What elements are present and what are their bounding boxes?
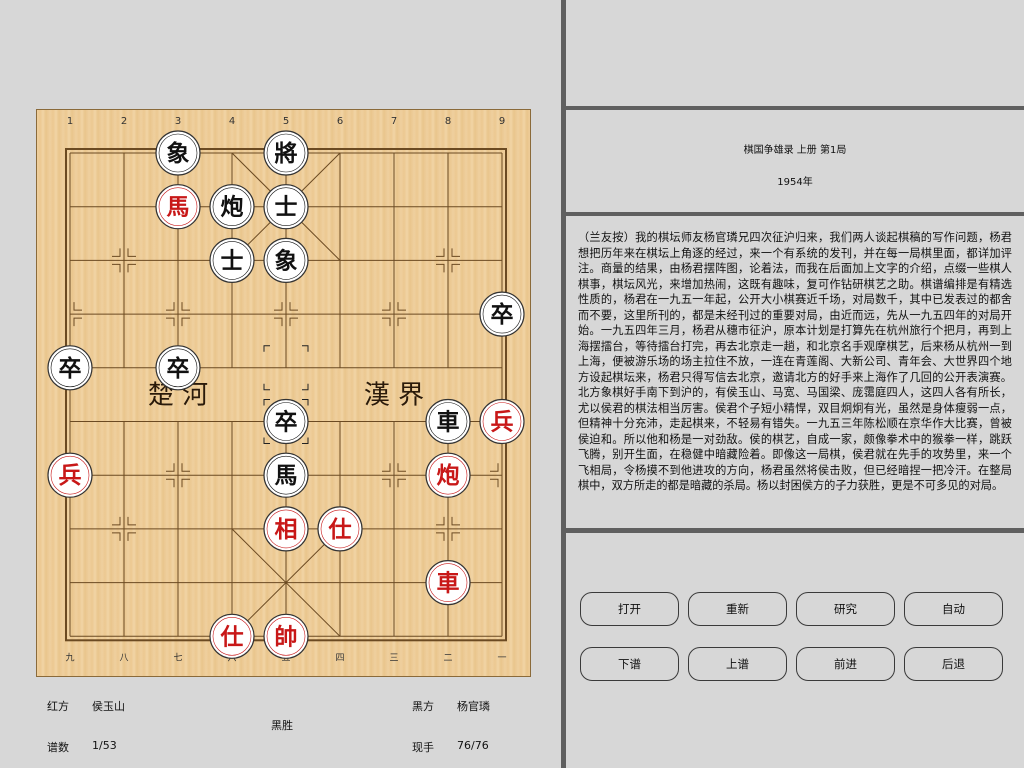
black-piece[interactable]: 卒 [155, 345, 201, 391]
red-piece[interactable]: 兵 [47, 452, 93, 498]
svg-text:士: 士 [221, 247, 244, 274]
red-piece[interactable]: 帥 [263, 613, 309, 659]
svg-text:卒: 卒 [275, 409, 298, 436]
file-number-top: 2 [121, 116, 127, 127]
black-player-name: 杨官璘 [457, 700, 490, 713]
file-number-bottom: 二 [443, 653, 452, 663]
svg-text:兵: 兵 [59, 462, 82, 489]
blank-panel [566, 0, 1024, 106]
file-number-bottom: 七 [173, 652, 182, 663]
game-year: 1954年 [777, 177, 813, 188]
board-grid[interactable]: 123456789九八七六五四三二一楚 河漢 界象將馬炮士士象卒卒卒卒車兵兵馬炮… [37, 110, 532, 678]
game-title-panel: 棋国争雄录 上册 第1局 1954年 [566, 110, 1024, 212]
svg-text:卒: 卒 [59, 355, 82, 382]
black-piece[interactable]: 卒 [47, 345, 93, 391]
svg-text:馬: 馬 [167, 194, 190, 221]
svg-text:將: 將 [275, 140, 298, 167]
svg-text:相: 相 [275, 516, 298, 543]
black-piece[interactable]: 將 [263, 130, 309, 176]
commentary-panel[interactable]: （兰友按）我的棋坛师友杨官璘兄四次征沪归来，我们两人谈起棋稿的写作问题，杨君想把… [566, 216, 1024, 528]
prev-game-button[interactable]: 上谱 [688, 647, 787, 681]
current-move-value: 76/76 [457, 739, 489, 752]
svg-text:卒: 卒 [167, 355, 190, 382]
board-panel: 123456789九八七六五四三二一楚 河漢 界象將馬炮士士象卒卒卒卒車兵兵馬炮… [0, 0, 561, 768]
red-piece[interactable]: 車 [425, 560, 471, 606]
svg-text:仕: 仕 [220, 623, 244, 650]
river-label-right: 漢 界 [364, 381, 424, 411]
file-number-top: 6 [337, 116, 343, 127]
restart-button[interactable]: 重新 [688, 592, 787, 626]
svg-text:象: 象 [275, 247, 298, 274]
file-number-bottom: 三 [389, 653, 398, 663]
red-piece[interactable]: 相 [263, 506, 309, 552]
black-side-label: 黑方 [412, 700, 434, 713]
control-panel: 打开 重新 研究 自动 下谱 上谱 前进 后退 [566, 533, 1024, 768]
file-number-top: 1 [67, 116, 73, 127]
red-piece[interactable]: 仕 [209, 613, 255, 659]
file-number-top: 7 [391, 116, 397, 127]
current-move-label: 现手 [412, 741, 434, 754]
black-piece[interactable]: 士 [263, 184, 309, 230]
svg-text:炮: 炮 [437, 462, 460, 489]
svg-text:帥: 帥 [275, 623, 298, 650]
svg-text:車: 車 [437, 409, 460, 436]
black-piece[interactable]: 士 [209, 237, 255, 283]
game-title: 棋国争雄录 上册 第1局 [743, 145, 847, 156]
red-piece[interactable]: 炮 [425, 452, 471, 498]
black-piece[interactable]: 炮 [209, 184, 255, 230]
file-number-top: 9 [499, 116, 505, 127]
red-side-label: 红方 [47, 700, 69, 713]
file-number-top: 4 [229, 116, 235, 127]
red-player-name: 侯玉山 [92, 700, 125, 713]
black-piece[interactable]: 卒 [263, 398, 309, 445]
svg-text:車: 車 [437, 570, 460, 597]
research-button[interactable]: 研究 [796, 592, 895, 626]
svg-text:仕: 仕 [328, 516, 352, 543]
xiangqi-board[interactable]: 123456789九八七六五四三二一楚 河漢 界象將馬炮士士象卒卒卒卒車兵兵馬炮… [36, 109, 531, 677]
file-number-top: 3 [175, 116, 181, 127]
red-piece[interactable]: 兵 [479, 398, 525, 445]
svg-text:卒: 卒 [491, 301, 514, 328]
file-number-bottom: 九 [65, 652, 74, 663]
black-piece[interactable]: 象 [155, 130, 201, 176]
game-result: 黑胜 [271, 719, 293, 732]
forward-button[interactable]: 前进 [796, 647, 895, 681]
svg-text:炮: 炮 [221, 194, 244, 221]
open-button[interactable]: 打开 [580, 592, 679, 626]
file-number-top: 5 [283, 116, 289, 127]
svg-text:象: 象 [167, 140, 190, 167]
file-number-bottom: 一 [497, 653, 506, 663]
black-piece[interactable]: 馬 [263, 452, 309, 498]
file-number-top: 8 [445, 116, 451, 127]
black-piece[interactable]: 車 [425, 398, 471, 445]
file-number-bottom: 八 [119, 653, 128, 663]
moves-label: 谱数 [47, 741, 69, 754]
next-game-button[interactable]: 下谱 [580, 647, 679, 681]
back-button[interactable]: 后退 [904, 647, 1003, 681]
red-piece[interactable]: 仕 [317, 506, 363, 552]
black-piece[interactable]: 象 [263, 237, 309, 283]
svg-text:士: 士 [275, 194, 298, 221]
moves-value: 1/53 [92, 739, 117, 752]
commentary-text: （兰友按）我的棋坛师友杨官璘兄四次征沪归来，我们两人谈起棋稿的写作问题，杨君想把… [578, 231, 1012, 492]
black-piece[interactable]: 卒 [479, 291, 525, 337]
auto-button[interactable]: 自动 [904, 592, 1003, 626]
file-number-bottom: 四 [335, 653, 344, 663]
svg-text:兵: 兵 [491, 409, 514, 436]
svg-text:馬: 馬 [275, 462, 298, 489]
red-piece[interactable]: 馬 [155, 184, 201, 230]
